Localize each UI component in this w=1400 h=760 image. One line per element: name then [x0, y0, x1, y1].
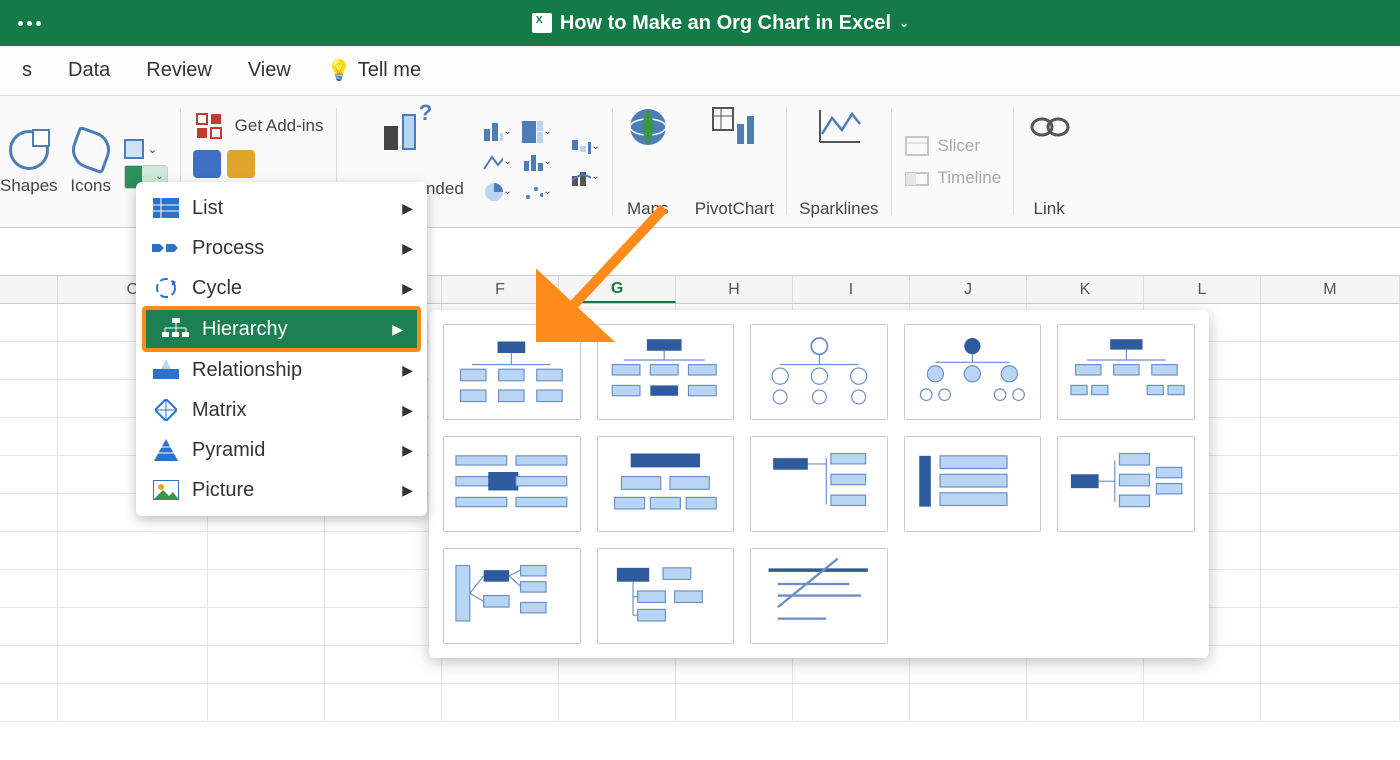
menu-item-matrix[interactable]: Matrix ▶	[136, 390, 427, 430]
title-bar: How to Make an Org Chart in Excel ⌄	[0, 0, 1400, 46]
hierarchy-layout-4[interactable]	[904, 324, 1042, 420]
menu-item-label: Hierarchy	[202, 318, 288, 341]
menu-item-process[interactable]: Process ▶	[136, 228, 427, 268]
smartart-category-menu[interactable]: List ▶ Process ▶ Cycle ▶ Hierarchy ▶ Rel…	[136, 182, 427, 516]
slicer-icon	[904, 135, 930, 157]
submenu-arrow-icon: ▶	[402, 402, 413, 419]
menu-item-hierarchy[interactable]: Hierarchy ▶	[142, 306, 421, 352]
timeline-icon	[904, 167, 930, 189]
hierarchy-layout-6[interactable]	[443, 436, 581, 532]
shapes-icon	[9, 130, 49, 170]
menu-item-pyramid[interactable]: Pyramid ▶	[136, 430, 427, 470]
hierarchy-icon	[162, 317, 190, 341]
submenu-arrow-icon: ▶	[402, 280, 413, 297]
hierarchy-layout-13[interactable]	[750, 548, 888, 644]
relationship-icon	[152, 358, 180, 382]
slicer-button: Slicer	[904, 135, 981, 157]
hierarchy-gallery[interactable]	[429, 310, 1209, 658]
link-icon	[1026, 104, 1072, 150]
tell-me[interactable]: 💡 Tell me	[309, 58, 421, 83]
pivotchart-icon	[711, 104, 757, 150]
col-header-K[interactable]: K	[1027, 276, 1144, 303]
visio-addin-icon[interactable]	[193, 150, 221, 178]
waterfall-button[interactable]: ⌄	[570, 136, 600, 158]
submenu-arrow-icon: ▶	[402, 240, 413, 257]
cube-icon	[124, 139, 144, 159]
sparklines-button[interactable]: Sparklines	[787, 102, 890, 221]
hierarchy-layout-11[interactable]	[443, 548, 581, 644]
more-dots-icon[interactable]	[18, 21, 41, 26]
bing-addin-icon[interactable]	[227, 150, 255, 178]
menu-item-label: Cycle	[192, 277, 242, 300]
matrix-icon	[152, 398, 180, 422]
tab-view[interactable]: View	[230, 59, 309, 82]
get-addins-button[interactable]: Get Add-ins	[193, 110, 324, 142]
col-header-H[interactable]: H	[676, 276, 793, 303]
hierarchy-layout-9[interactable]	[904, 436, 1042, 532]
scatter-chart-button[interactable]: ⌄	[522, 181, 552, 203]
excel-file-icon	[532, 13, 552, 33]
picture-icon	[152, 478, 180, 502]
lightbulb-icon: 💡	[327, 58, 352, 83]
menu-item-relationship[interactable]: Relationship ▶	[136, 350, 427, 390]
3d-models-button[interactable]: ⌄	[124, 139, 158, 159]
addins-icon	[193, 110, 225, 142]
hierarchy-layout-8[interactable]	[750, 436, 888, 532]
chart-icon: ?	[378, 104, 434, 150]
pyramid-icon	[152, 438, 180, 462]
sparkline-icon	[816, 104, 862, 150]
col-header-G[interactable]: G	[559, 276, 676, 303]
hierarchy-layout-3[interactable]	[750, 324, 888, 420]
menu-item-label: Pyramid	[192, 439, 265, 462]
shapes-button[interactable]: Shapes	[0, 127, 58, 196]
chevron-down-icon[interactable]: ⌄	[899, 16, 909, 30]
col-header-F[interactable]: F	[442, 276, 559, 303]
icons-button[interactable]: Icons	[68, 127, 114, 196]
menu-item-label: List	[192, 197, 223, 220]
cycle-icon	[152, 276, 180, 300]
histogram-button[interactable]: ⌄	[522, 151, 552, 173]
timeline-button: Timeline	[904, 167, 1002, 189]
menu-item-list[interactable]: List ▶	[136, 188, 427, 228]
tab-fragment[interactable]: s	[4, 59, 50, 82]
document-title: How to Make an Org Chart in Excel	[560, 12, 891, 35]
treemap-button[interactable]: ⌄	[522, 121, 552, 143]
submenu-arrow-icon: ▶	[402, 482, 413, 499]
tab-review[interactable]: Review	[128, 59, 230, 82]
maps-button[interactable]: Maps	[613, 102, 683, 221]
col-header-J[interactable]: J	[910, 276, 1027, 303]
col-header-M[interactable]: M	[1261, 276, 1400, 303]
icons-icon	[66, 126, 115, 175]
list-icon	[152, 196, 180, 220]
menu-item-label: Relationship	[192, 359, 302, 382]
submenu-arrow-icon: ▶	[402, 200, 413, 217]
menu-item-label: Matrix	[192, 399, 246, 422]
menu-item-label: Process	[192, 237, 264, 260]
menu-item-picture[interactable]: Picture ▶	[136, 470, 427, 510]
submenu-arrow-icon: ▶	[402, 362, 413, 379]
hierarchy-layout-7[interactable]	[597, 436, 735, 532]
submenu-arrow-icon: ▶	[402, 442, 413, 459]
link-button[interactable]: Link	[1014, 102, 1084, 221]
menu-item-cycle[interactable]: Cycle ▶	[136, 268, 427, 308]
submenu-arrow-icon: ▶	[392, 321, 403, 338]
col-header-I[interactable]: I	[793, 276, 910, 303]
combo-chart-button[interactable]: ⌄	[570, 166, 600, 188]
ribbon-tab-strip: s Data Review View 💡 Tell me	[0, 46, 1400, 96]
hierarchy-layout-2[interactable]	[597, 324, 735, 420]
process-icon	[152, 236, 180, 260]
hierarchy-layout-1[interactable]	[443, 324, 581, 420]
hierarchy-layout-10[interactable]	[1057, 436, 1195, 532]
menu-item-label: Picture	[192, 479, 254, 502]
column-chart-button[interactable]: ⌄	[482, 121, 512, 143]
tab-data[interactable]: Data	[50, 59, 128, 82]
hierarchy-layout-5[interactable]	[1057, 324, 1195, 420]
pie-chart-button[interactable]: ⌄	[482, 181, 512, 203]
col-header-L[interactable]: L	[1144, 276, 1261, 303]
globe-icon	[625, 104, 671, 150]
line-chart-button[interactable]: ⌄	[482, 151, 512, 173]
pivotchart-button[interactable]: PivotChart	[683, 102, 786, 221]
hierarchy-layout-12[interactable]	[597, 548, 735, 644]
